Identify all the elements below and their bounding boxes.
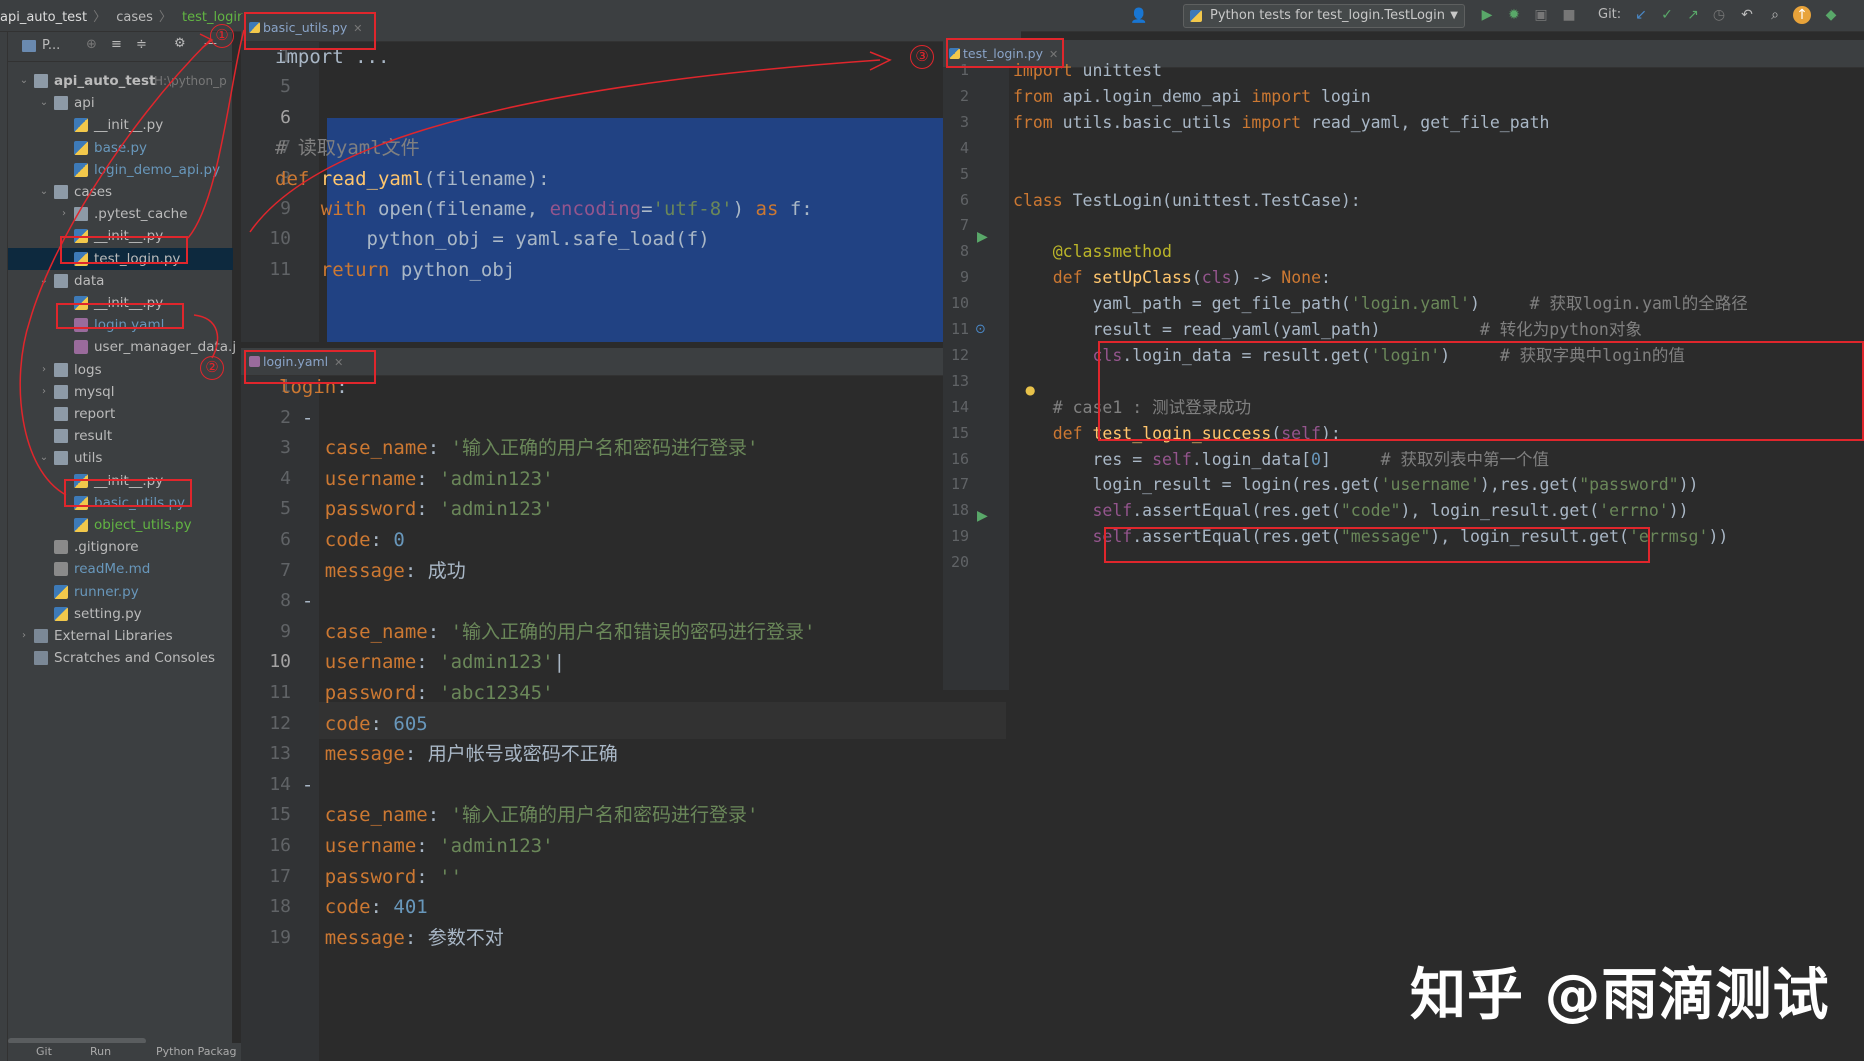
annotation-badge-2: ② [200,356,224,380]
arrow-4 [249,59,881,233]
arrow-3 [19,39,211,496]
annotation-badge-3: ③ [910,45,934,69]
arrow-1 [187,29,245,239]
arrow-2 [193,314,219,359]
watermark: 知乎 @雨滴测试 [1410,963,1830,1028]
arrow-lines [19,29,892,496]
annotation-badge-1: ① [210,24,234,48]
annotation-arrows [19,29,892,496]
